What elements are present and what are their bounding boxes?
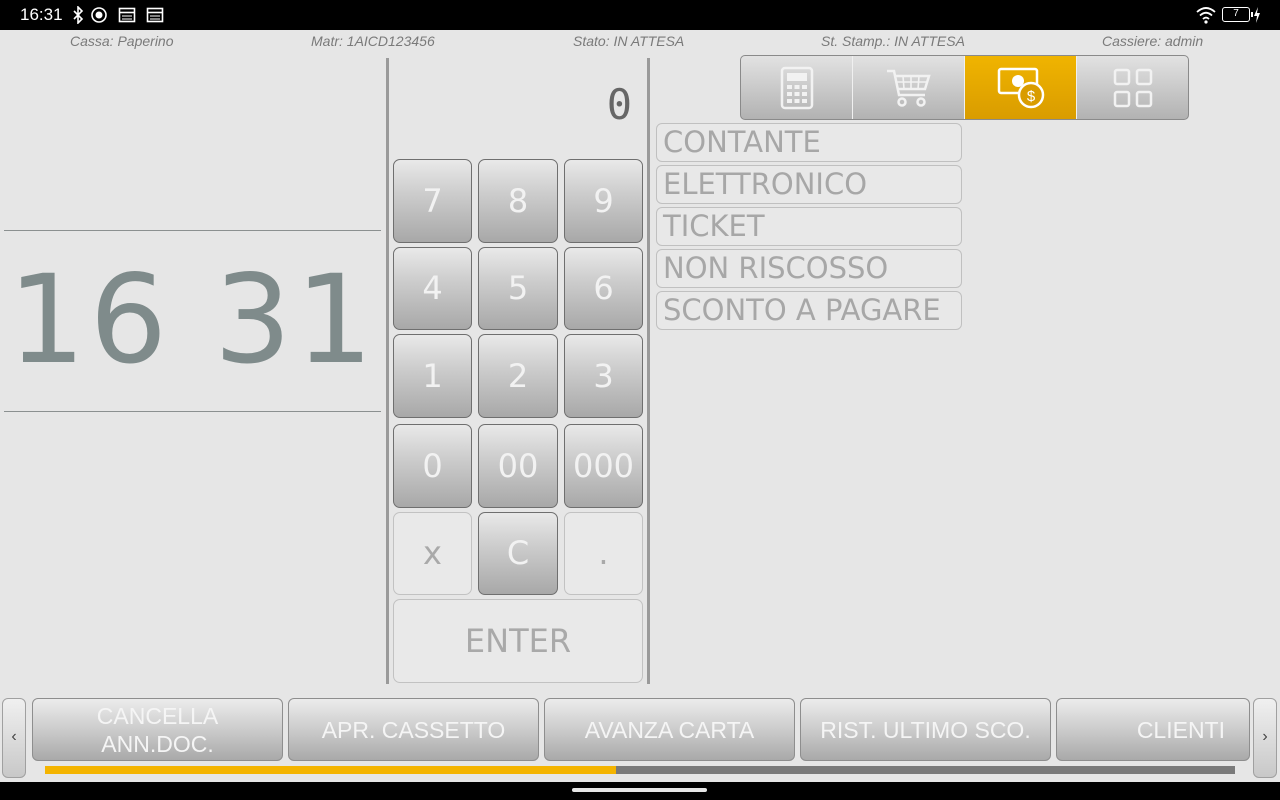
key-00[interactable]: 00 bbox=[478, 424, 558, 508]
clock-display: 16 31 bbox=[7, 249, 378, 391]
svg-text:$: $ bbox=[1026, 88, 1035, 105]
key-000[interactable]: 000 bbox=[564, 424, 643, 508]
key-multiply[interactable]: x bbox=[393, 512, 472, 595]
tab-grid[interactable] bbox=[1077, 56, 1188, 119]
home-handle[interactable] bbox=[572, 788, 707, 792]
payment-contante[interactable]: CONTANTE bbox=[656, 123, 962, 162]
charging-icon bbox=[1254, 7, 1260, 23]
cart-icon bbox=[886, 69, 931, 107]
key-6[interactable]: 6 bbox=[564, 247, 643, 330]
calendar-icon bbox=[146, 7, 164, 23]
scroll-right-button[interactable]: › bbox=[1253, 698, 1277, 778]
key-5[interactable]: 5 bbox=[478, 247, 558, 330]
money-icon: $ bbox=[997, 67, 1044, 108]
divider-left bbox=[386, 58, 389, 684]
key-7[interactable]: 7 bbox=[393, 159, 472, 243]
info-bar: Cassa: Paperino Matr: 1AICD123456 Stato:… bbox=[0, 30, 1280, 52]
key-clear[interactable]: C bbox=[478, 512, 558, 595]
avanza-carta-button[interactable]: AVANZA CARTA bbox=[544, 698, 795, 761]
status-bar: 16:31 7 bbox=[0, 0, 1280, 30]
key-9[interactable]: 9 bbox=[564, 159, 643, 243]
bluetooth-icon bbox=[73, 6, 84, 24]
cassa-label: Cassa: Paperino bbox=[70, 33, 174, 49]
system-nav-bar bbox=[0, 782, 1280, 800]
tab-payment[interactable]: $ bbox=[965, 56, 1077, 119]
key-1[interactable]: 1 bbox=[393, 334, 472, 418]
payment-non-riscosso[interactable]: NON RISCOSSO bbox=[656, 249, 962, 288]
pos-app: Cassa: Paperino Matr: 1AICD123456 Stato:… bbox=[0, 30, 1280, 782]
key-8[interactable]: 8 bbox=[478, 159, 558, 243]
cancella-ann-doc-button[interactable]: CANCELLA ANN.DOC. bbox=[32, 698, 283, 761]
grid-icon bbox=[1113, 68, 1153, 107]
enter-button[interactable]: ENTER bbox=[393, 599, 643, 683]
payment-sconto-a-pagare[interactable]: SCONTO A PAGARE bbox=[656, 291, 962, 330]
divider-right bbox=[647, 58, 650, 684]
amount-display: 0 bbox=[606, 80, 632, 129]
key-3[interactable]: 3 bbox=[564, 334, 643, 418]
wifi-icon bbox=[1196, 7, 1216, 24]
key-0[interactable]: 0 bbox=[393, 424, 472, 508]
battery-icon: 7 bbox=[1222, 7, 1253, 22]
payment-ticket[interactable]: TICKET bbox=[656, 207, 962, 246]
clienti-button[interactable]: CLIENTI bbox=[1056, 698, 1250, 761]
cassiere-label: Cassiere: admin bbox=[1102, 33, 1204, 49]
matricola-label: Matr: 1AICD123456 bbox=[311, 33, 435, 49]
status-time: 16:31 bbox=[20, 5, 63, 24]
scroll-progress-fill bbox=[45, 766, 617, 774]
stato-label: Stato: IN ATTESA bbox=[573, 33, 685, 49]
payment-elettronico[interactable]: ELETTRONICO bbox=[656, 165, 962, 204]
sync-icon bbox=[91, 7, 107, 23]
scroll-progress-bar bbox=[45, 766, 1235, 774]
mode-tabbar: $ bbox=[740, 55, 1189, 120]
tab-cart[interactable] bbox=[853, 56, 965, 119]
calculator-icon bbox=[780, 66, 813, 109]
key-4[interactable]: 4 bbox=[393, 247, 472, 330]
clock-panel: 16 31 bbox=[4, 230, 381, 412]
calendar-icon bbox=[118, 7, 136, 23]
key-decimal[interactable]: . bbox=[564, 512, 643, 595]
key-2[interactable]: 2 bbox=[478, 334, 558, 418]
stampante-label: St. Stamp.: IN ATTESA bbox=[821, 33, 965, 49]
rist-ultimo-sco-button[interactable]: RIST. ULTIMO SCO. bbox=[800, 698, 1051, 761]
tab-calculator[interactable] bbox=[741, 56, 853, 119]
scroll-left-button[interactable]: ‹ bbox=[2, 698, 26, 778]
apr-cassetto-button[interactable]: APR. CASSETTO bbox=[288, 698, 539, 761]
